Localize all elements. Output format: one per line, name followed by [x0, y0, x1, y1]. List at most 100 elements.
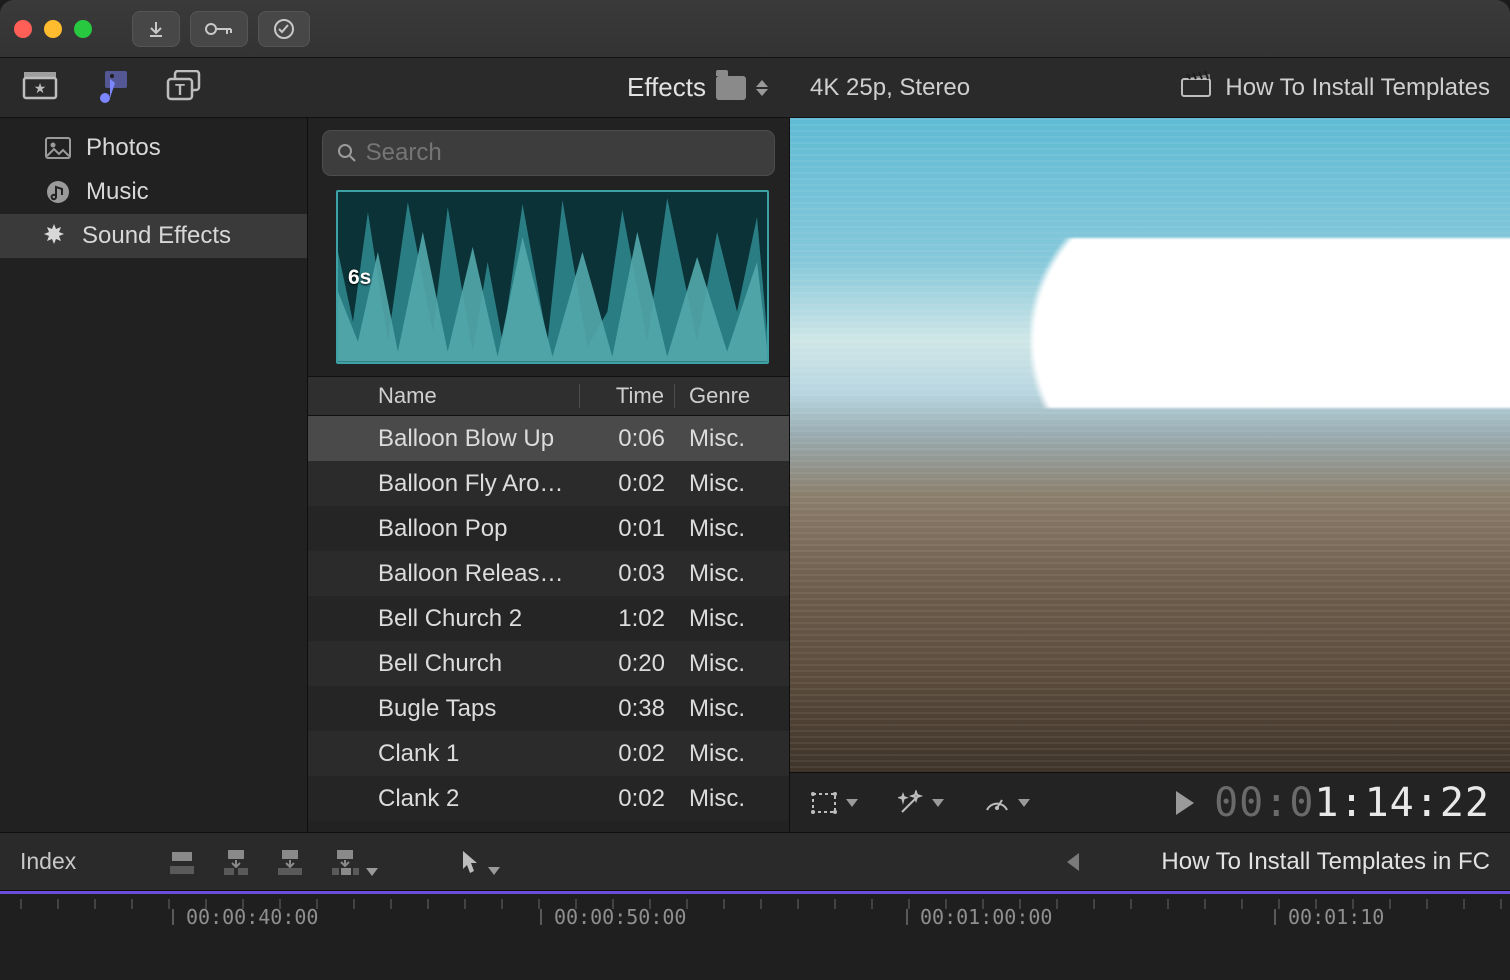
table-row[interactable]: Bell Church0:20Misc. — [308, 641, 789, 686]
folder-icon — [716, 76, 746, 100]
photos-icon — [44, 134, 72, 162]
checkmark-circle-icon — [273, 18, 295, 40]
cloud-shape — [1030, 238, 1510, 408]
row-genre: Misc. — [675, 560, 789, 588]
row-time: 0:06 — [581, 425, 675, 453]
fullscreen-window-button[interactable] — [74, 20, 92, 38]
row-name: Clank 2 — [372, 785, 581, 813]
table-row[interactable]: Clank 10:02Misc. — [308, 731, 789, 776]
row-name: Bell Church — [372, 650, 581, 678]
key-icon — [205, 21, 233, 37]
timeline-tick: 00:01:00:00 — [920, 905, 1052, 929]
index-button[interactable]: Index — [20, 848, 76, 875]
row-genre: Misc. — [675, 605, 789, 633]
table-row[interactable]: Balloon Fly Aro…0:02Misc. — [308, 461, 789, 506]
import-button[interactable] — [132, 11, 180, 47]
overwrite-clip-button[interactable] — [330, 848, 378, 876]
chevron-down-icon — [366, 868, 378, 876]
table-row[interactable]: Balloon Releas…0:03Misc. — [308, 551, 789, 596]
search-input[interactable] — [366, 139, 760, 167]
sound-effects-browser: 6s Name Time Genre Balloon Blow Up0:06Mi… — [308, 118, 790, 832]
row-time: 0:01 — [581, 515, 675, 543]
background-tasks-button[interactable] — [258, 11, 310, 47]
search-wrap — [308, 118, 789, 186]
minimize-window-button[interactable] — [44, 20, 62, 38]
libraries-tab-icon[interactable]: ★ — [22, 70, 58, 106]
row-time: 0:02 — [581, 785, 675, 813]
photos-audio-tab-icon[interactable] — [94, 70, 130, 106]
row-time: 0:03 — [581, 560, 675, 588]
row-name: Bell Church 2 — [372, 605, 581, 633]
column-header-time[interactable]: Time — [580, 383, 674, 409]
library-selector[interactable]: Effects — [627, 72, 768, 103]
play-icon — [1176, 791, 1194, 815]
keyword-button[interactable] — [190, 11, 248, 47]
append-clip-button[interactable] — [276, 848, 304, 876]
browser-tabs: ★ T Effects — [0, 70, 790, 106]
sidebar-item-photos[interactable]: Photos — [0, 126, 307, 170]
search-icon — [337, 143, 356, 163]
timecode-display[interactable]: 00:01:14:22 — [1176, 780, 1490, 826]
timeline-tick: 00:01:10 — [1288, 905, 1384, 929]
event-viewer-header: 4K 25p, Stereo How To Install Templates — [790, 71, 1510, 104]
speedometer-icon — [984, 792, 1010, 814]
waveform-duration-label: 6s — [348, 266, 371, 290]
column-header-name[interactable]: Name — [372, 383, 579, 409]
timeline-project-name: How To Install Templates in FC — [1161, 848, 1490, 876]
titles-generators-tab-icon[interactable]: T — [166, 70, 202, 106]
connect-clip-button[interactable] — [168, 848, 196, 876]
viewer-toolbar: 00:01:14:22 — [790, 772, 1510, 832]
updown-icon — [756, 80, 768, 96]
timecode-dim: 00:0 — [1214, 780, 1314, 826]
retime-menu-button[interactable] — [984, 792, 1030, 814]
table-body: Balloon Blow Up0:06Misc.Balloon Fly Aro…… — [308, 416, 789, 832]
app-window: ★ T Effects 4K 25p, Stereo How To Instal… — [0, 0, 1510, 980]
row-name: Bugle Taps — [372, 695, 581, 723]
burst-icon — [40, 222, 68, 250]
enhance-menu-button[interactable] — [898, 790, 944, 816]
clapperboard-icon — [1181, 71, 1211, 104]
sidebar-item-music[interactable]: Music — [0, 170, 307, 214]
row-genre: Misc. — [675, 740, 789, 768]
chevron-down-icon — [846, 799, 858, 807]
row-name: Balloon Blow Up — [372, 425, 581, 453]
transform-icon — [810, 791, 838, 815]
viewer-panel: 00:01:14:22 — [790, 118, 1510, 832]
close-window-button[interactable] — [14, 20, 32, 38]
sidebar-item-label: Sound Effects — [82, 222, 231, 250]
column-header-genre[interactable]: Genre — [675, 383, 789, 409]
sidebar-item-sound-effects[interactable]: Sound Effects — [0, 214, 307, 258]
row-time: 0:20 — [581, 650, 675, 678]
table-row[interactable]: Balloon Pop0:01Misc. — [308, 506, 789, 551]
waveform-shape — [338, 192, 767, 362]
svg-text:T: T — [175, 82, 185, 99]
row-time: 0:02 — [581, 470, 675, 498]
timeline[interactable]: 00:00:40:0000:00:50:0000:01:00:0000:01:1… — [0, 890, 1510, 980]
table-row[interactable]: Bugle Taps0:38Misc. — [308, 686, 789, 731]
chevron-down-icon — [932, 799, 944, 807]
timeline-toolbar: Index How To Install Templates in FC — [0, 832, 1510, 890]
insert-clip-button[interactable] — [222, 848, 250, 876]
library-selector-label: Effects — [627, 72, 706, 103]
video-preview[interactable] — [790, 118, 1510, 772]
row-genre: Misc. — [675, 470, 789, 498]
chevron-down-icon — [488, 867, 500, 875]
timeline-history-back-button[interactable] — [1067, 853, 1079, 871]
sidebar-item-label: Music — [86, 178, 149, 206]
sidebar-item-label: Photos — [86, 134, 161, 162]
row-name: Clank 1 — [372, 740, 581, 768]
timeline-tick: 00:00:50:00 — [554, 905, 686, 929]
waveform-preview[interactable]: 6s — [336, 190, 769, 364]
table-row[interactable]: Bell Church 21:02Misc. — [308, 596, 789, 641]
pointer-icon — [460, 849, 480, 875]
wand-icon — [898, 790, 924, 816]
timecode-main: 1:14:22 — [1314, 780, 1490, 826]
search-box[interactable] — [322, 130, 775, 176]
music-icon — [44, 178, 72, 206]
transform-menu-button[interactable] — [810, 791, 858, 815]
table-row[interactable]: Clank 20:02Misc. — [308, 776, 789, 821]
row-genre: Misc. — [675, 650, 789, 678]
row-name: Balloon Releas… — [372, 560, 581, 588]
tool-selector-button[interactable] — [460, 849, 500, 875]
table-row[interactable]: Balloon Blow Up0:06Misc. — [308, 416, 789, 461]
